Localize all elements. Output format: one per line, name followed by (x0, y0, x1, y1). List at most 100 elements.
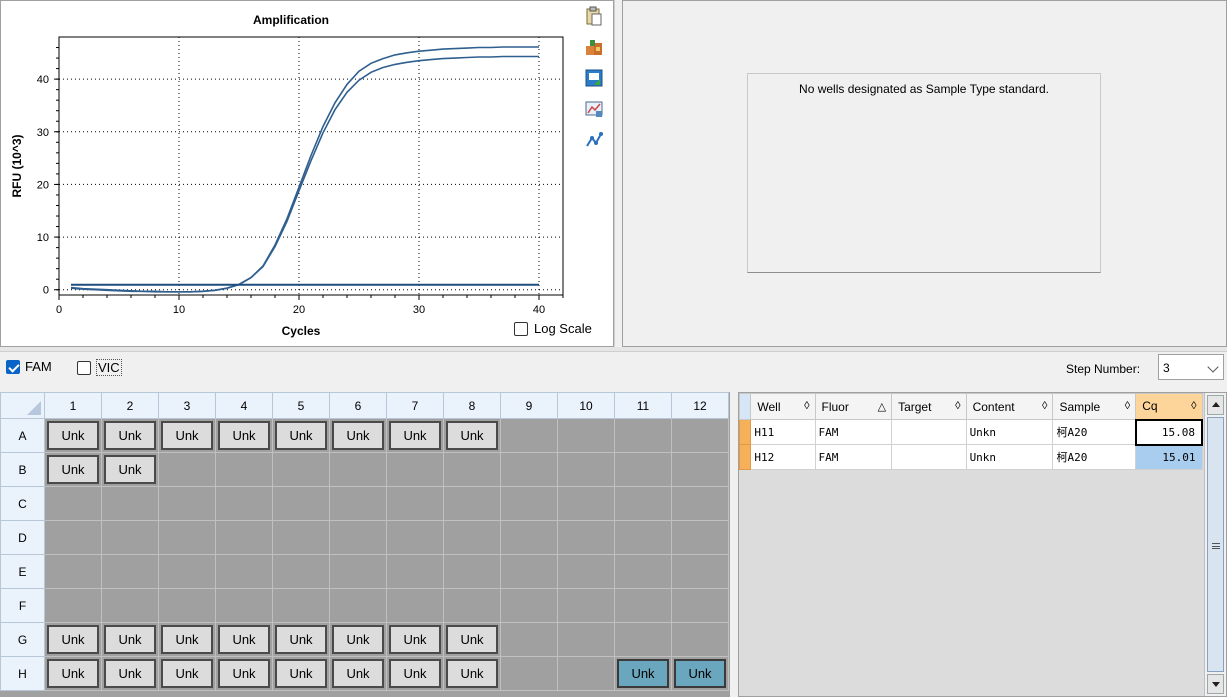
plate-cell[interactable] (443, 588, 501, 623)
plate-cell[interactable] (158, 452, 216, 487)
plate-cell[interactable]: Unk (215, 656, 273, 691)
plate-cell[interactable] (614, 554, 672, 589)
vic-checkbox[interactable] (77, 360, 91, 375)
plate-cell[interactable]: Unk (671, 656, 729, 691)
cell-well[interactable]: H12 (750, 444, 816, 470)
plate-column-header[interactable]: 5 (272, 392, 330, 419)
plate-cell[interactable] (671, 622, 729, 657)
plate-cell[interactable]: Unk (215, 622, 273, 657)
well-b2[interactable]: Unk (104, 455, 156, 484)
plate-cell[interactable] (158, 554, 216, 589)
plate-cell[interactable] (272, 486, 330, 521)
plate-cell[interactable]: Unk (272, 622, 330, 657)
cell-content[interactable]: Unkn (965, 419, 1054, 445)
copy-icon[interactable] (583, 5, 605, 27)
plate-cell[interactable]: Unk (44, 656, 102, 691)
well-g8[interactable]: Unk (446, 625, 498, 654)
plate-cell[interactable] (386, 486, 444, 521)
plate-cell[interactable]: Unk (443, 656, 501, 691)
well-g6[interactable]: Unk (332, 625, 384, 654)
plate-cell[interactable] (329, 520, 387, 555)
plate-select-all[interactable] (0, 392, 45, 419)
step-number-select[interactable]: 3 (1158, 354, 1224, 380)
plate-cell[interactable] (215, 588, 273, 623)
plate-cell[interactable]: Unk (329, 622, 387, 657)
well-h8[interactable]: Unk (446, 659, 498, 688)
plate-cell[interactable] (443, 486, 501, 521)
save-image-icon[interactable] (583, 67, 605, 89)
plate-row-header[interactable]: B (0, 452, 45, 487)
plate-cell[interactable] (557, 418, 615, 453)
plate-row-header[interactable]: F (0, 588, 45, 623)
plate-cell[interactable]: Unk (44, 452, 102, 487)
plate-cell[interactable]: Unk (101, 622, 159, 657)
plate-cell[interactable] (215, 520, 273, 555)
plate-cell[interactable] (557, 554, 615, 589)
plate-cell[interactable] (443, 520, 501, 555)
plate-column-header[interactable]: 1 (44, 392, 102, 419)
plate-cell[interactable]: Unk (44, 418, 102, 453)
cell-target[interactable] (891, 419, 967, 445)
column-header-target[interactable]: Target ◊ (891, 393, 967, 420)
plate-cell[interactable] (500, 588, 558, 623)
well-h11[interactable]: Unk (617, 659, 669, 688)
well-a8[interactable]: Unk (446, 421, 498, 450)
plate-cell[interactable] (443, 554, 501, 589)
well-g3[interactable]: Unk (161, 625, 213, 654)
cell-target[interactable] (891, 444, 967, 470)
plate-cell[interactable] (386, 554, 444, 589)
plate-column-header[interactable]: 7 (386, 392, 444, 419)
plate-cell[interactable]: Unk (101, 656, 159, 691)
well-h5[interactable]: Unk (275, 659, 327, 688)
well-h1[interactable]: Unk (47, 659, 99, 688)
plate-cell[interactable]: Unk (272, 418, 330, 453)
well-g1[interactable]: Unk (47, 625, 99, 654)
column-header-fluor[interactable]: Fluor △ (814, 393, 893, 420)
plate-column-header[interactable]: 12 (671, 392, 729, 419)
plate-cell[interactable] (557, 520, 615, 555)
log-scale-toggle[interactable]: Log Scale (514, 321, 592, 336)
well-h3[interactable]: Unk (161, 659, 213, 688)
plate-row-header[interactable]: A (0, 418, 45, 453)
plate-column-header[interactable]: 9 (500, 392, 558, 419)
well-g7[interactable]: Unk (389, 625, 441, 654)
row-selector[interactable] (738, 444, 752, 470)
well-a5[interactable]: Unk (275, 421, 327, 450)
plate-cell[interactable] (272, 554, 330, 589)
cell-content[interactable]: Unkn (965, 444, 1054, 470)
plate-cell[interactable] (614, 418, 672, 453)
vertical-splitter[interactable] (614, 0, 622, 347)
well-h7[interactable]: Unk (389, 659, 441, 688)
plate-cell[interactable] (329, 452, 387, 487)
column-header-cq[interactable]: Cq ◊ (1135, 393, 1203, 420)
plate-column-header[interactable]: 3 (158, 392, 216, 419)
table-row[interactable]: H12 FAM Unkn 柯A20 15.01 (738, 444, 1203, 470)
sort-icon[interactable]: ◊ (1125, 400, 1130, 412)
well-a3[interactable]: Unk (161, 421, 213, 450)
plate-row-header[interactable]: C (0, 486, 45, 521)
scroll-down-button[interactable] (1207, 674, 1224, 694)
plate-column-header[interactable]: 4 (215, 392, 273, 419)
fam-checkbox[interactable] (6, 359, 20, 374)
plate-cell[interactable] (614, 520, 672, 555)
plate-cell[interactable] (44, 554, 102, 589)
plate-row-header[interactable]: E (0, 554, 45, 589)
plate-cell[interactable] (101, 520, 159, 555)
amplification-chart[interactable]: 0 10 20 30 40 0 10 20 30 40 Cycles RFU (10^3) (1, 1, 581, 348)
plate-cell[interactable] (557, 486, 615, 521)
plate-cell[interactable] (158, 588, 216, 623)
scroll-thumb[interactable] (1207, 417, 1224, 672)
cell-sample[interactable]: 柯A20 (1052, 444, 1137, 470)
well-a6[interactable]: Unk (332, 421, 384, 450)
cell-fluor[interactable]: FAM (814, 419, 893, 445)
plate-cell[interactable] (671, 554, 729, 589)
plate-cell[interactable]: Unk (386, 418, 444, 453)
plate-cell[interactable]: Unk (158, 656, 216, 691)
sort-icon[interactable]: ◊ (1191, 400, 1196, 412)
plate-cell[interactable] (557, 622, 615, 657)
plate-cell[interactable] (614, 588, 672, 623)
well-a1[interactable]: Unk (47, 421, 99, 450)
plate-cell[interactable] (386, 588, 444, 623)
column-header-sample[interactable]: Sample ◊ (1052, 393, 1137, 420)
plate-column-header[interactable]: 10 (557, 392, 615, 419)
